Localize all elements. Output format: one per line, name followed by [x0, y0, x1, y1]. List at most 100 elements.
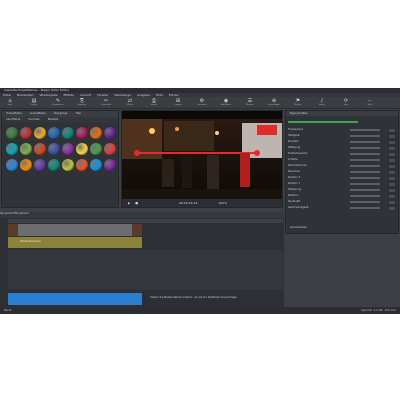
preview-frame	[122, 119, 282, 201]
property-row-4: Farbtemperatur	[288, 151, 398, 157]
property-slider-5[interactable]	[350, 159, 380, 161]
audio-clip[interactable]: Street Musicians	[8, 237, 142, 248]
timeline-tab-1[interactable]: Storyboard	[15, 212, 29, 215]
property-slider-9[interactable]	[350, 183, 380, 185]
property-label-2: Kontrast	[288, 140, 299, 143]
toolbar-button-3[interactable]: ⎘ Kopieren	[76, 98, 88, 108]
property-slider-10[interactable]	[350, 189, 380, 191]
effects-tab-3[interactable]: Titel	[75, 112, 80, 115]
effect-thumbnail-22[interactable]	[90, 159, 102, 171]
properties-panel: Eigenschaften Transparenz Helligkeit Kontr…	[285, 110, 399, 234]
effect-thumbnail-9[interactable]	[20, 143, 32, 155]
effect-thumbnail-0[interactable]	[6, 127, 18, 139]
property-slider-3[interactable]	[350, 147, 380, 149]
properties-title: Eigenschaften	[290, 112, 308, 115]
effect-thumbnail-4[interactable]	[62, 127, 74, 139]
video-clip-thumb-end	[132, 224, 142, 236]
stop-button[interactable]: ■	[135, 201, 138, 205]
effects-tab-0[interactable]: Videoeffekte	[6, 112, 22, 115]
video-editor-window: Cassette-ProjektName – Magix Video Edito…	[0, 88, 400, 314]
effect-thumbnail-15[interactable]	[104, 143, 116, 155]
video-clip-thumb	[8, 224, 18, 236]
property-value-field-13[interactable]	[388, 206, 396, 211]
effect-thumbnail-14[interactable]	[90, 143, 102, 155]
effect-thumbnail-7[interactable]	[104, 127, 116, 139]
preview-controls: ▶ ■ 00:00:16:14 100%	[122, 199, 282, 207]
status-right: Speicher: 2,1 GB · CPU 12%	[361, 309, 396, 312]
timeline-tabs: SpuransichtStoryboard	[0, 212, 284, 218]
property-row-2: Kontrast	[288, 139, 398, 145]
toolbar-button-1[interactable]: ▤ Projekt	[28, 98, 40, 108]
toolbar-label-13: Audio	[319, 104, 325, 106]
timeline-area: SpuransichtStoryboard Street Musicians Z…	[0, 212, 284, 308]
effect-thumbnail-17[interactable]	[20, 159, 32, 171]
property-slider-2[interactable]	[350, 141, 380, 143]
effect-thumbnail-18[interactable]	[34, 159, 46, 171]
property-label-4: Farbtemperatur	[288, 152, 308, 155]
video-clip[interactable]	[8, 224, 142, 236]
toolbar-button-8[interactable]: ⚙ Optionen	[196, 98, 208, 108]
drop-zone[interactable]	[8, 293, 142, 305]
toolbar-button-4[interactable]: ✂ Schneiden	[100, 98, 112, 108]
property-label-3: Sättigung	[288, 146, 301, 149]
play-button[interactable]: ▶	[128, 201, 130, 205]
effect-thumbnail-10[interactable]	[34, 143, 46, 155]
effect-thumbnail-11[interactable]	[48, 143, 60, 155]
toolbar-button-6[interactable]: ⎙ Export	[148, 98, 160, 108]
toolbar-label-0: Start	[7, 104, 13, 106]
effects-subtab-0[interactable]: Alle Effekte	[6, 118, 20, 121]
toolbar-button-15[interactable]: ⋯ Mehr	[364, 98, 376, 108]
effect-thumbnail-20[interactable]	[62, 159, 74, 171]
property-row-0: Transparenz	[288, 127, 398, 133]
property-slider-4[interactable]	[350, 153, 380, 155]
property-row-6: Weichzeichnen	[288, 163, 398, 169]
effect-thumbnail-13[interactable]	[76, 143, 88, 155]
toolbar-button-12[interactable]: ⚑ Marker	[292, 98, 304, 108]
effect-thumbnail-23[interactable]	[104, 159, 116, 171]
property-label-10: Skalierung	[288, 188, 302, 191]
property-row-7: Rauschen	[288, 169, 398, 175]
property-slider-7[interactable]	[350, 171, 380, 173]
effect-thumbnail-6[interactable]	[90, 127, 102, 139]
effect-thumbnail-8[interactable]	[6, 143, 18, 155]
effect-thumbnail-16[interactable]	[6, 159, 18, 171]
effects-tab-2[interactable]: Übergänge	[54, 112, 68, 115]
effects-tab-1[interactable]: Audioeffekte	[30, 112, 46, 115]
property-slider-8[interactable]	[350, 177, 380, 179]
property-slider-0[interactable]	[350, 129, 380, 131]
timeline-tab-0[interactable]: Spuransicht	[0, 212, 15, 215]
effect-thumbnail-1[interactable]	[20, 127, 32, 139]
property-slider-6[interactable]	[350, 165, 380, 167]
toolbar-button-9[interactable]: ◉ Aufnahme	[220, 98, 232, 108]
property-slider-1[interactable]	[350, 135, 380, 137]
toolbar-button-11[interactable]: ⊕ Hinzufügen	[268, 98, 280, 108]
property-row-10: Skalierung	[288, 187, 398, 193]
effects-subtabs: Alle Effekte Favoriten Beliebte	[2, 117, 118, 123]
toolbar-button-5[interactable]: ⇄ Effekte	[124, 98, 136, 108]
toolbar-label-3: Kopieren	[77, 104, 87, 106]
effect-thumbnail-2[interactable]	[34, 127, 46, 139]
toolbar-button-7[interactable]: ⊞ Layout	[172, 98, 184, 108]
effect-thumbnail-19[interactable]	[48, 159, 60, 171]
toolbar-button-14[interactable]: ⟳ Sync	[340, 98, 352, 108]
toolbar-button-2[interactable]: ✎ Bearbeiten	[52, 98, 64, 108]
property-slider-11[interactable]	[350, 195, 380, 197]
effect-thumbnail-21[interactable]	[76, 159, 88, 171]
effect-thumbnail-5[interactable]	[76, 127, 88, 139]
property-row-3: Sättigung	[288, 145, 398, 151]
property-row-12: Deckkraft	[288, 199, 398, 205]
property-slider-12[interactable]	[350, 201, 380, 203]
property-row-11: Rotation	[288, 193, 398, 199]
toolbar-label-9: Aufnahme	[220, 104, 232, 106]
effect-thumbnail-3[interactable]	[48, 127, 60, 139]
effects-subtab-1[interactable]: Favoriten	[28, 118, 40, 121]
toolbar-button-13[interactable]: ♪ Audio	[316, 98, 328, 108]
effect-thumbnail-12[interactable]	[62, 143, 74, 155]
property-slider-13[interactable]	[350, 207, 380, 209]
reset-button[interactable]: Zurücksetzen	[290, 226, 307, 229]
effects-subtab-2[interactable]: Beliebte	[48, 118, 58, 121]
zoom-level[interactable]: 100%	[218, 201, 227, 205]
timeline-ruler	[8, 219, 283, 223]
toolbar-button-10[interactable]: ☰ Medien	[244, 98, 256, 108]
toolbar-button-0[interactable]: ⌂ Start	[4, 98, 16, 108]
